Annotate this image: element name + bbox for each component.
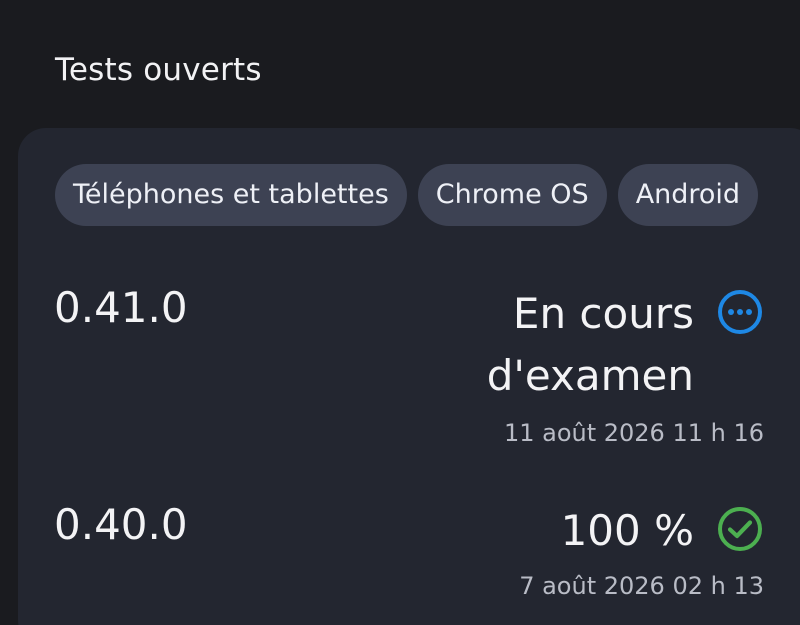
release-date: 7 août 2026 02 h 13	[519, 572, 764, 600]
section-title: Tests ouverts	[55, 52, 262, 88]
chip-chrome-os[interactable]: Chrome OS	[417, 164, 607, 226]
release-version: 0.41.0	[54, 283, 188, 332]
releases-card: Téléphones et tablettes Chrome OS Androi…	[18, 128, 800, 625]
chip-android[interactable]: Android	[617, 164, 759, 226]
release-status: 100 %	[560, 506, 694, 555]
release-status-block: 100 % 7 août 2026 02 h 13	[519, 500, 764, 600]
release-row[interactable]: 0.41.0 En cours d'examen 11 août 2026 11…	[18, 283, 800, 447]
chip-phones-tablets[interactable]: Téléphones et tablettes	[55, 164, 407, 226]
platform-chips: Téléphones et tablettes Chrome OS Androi…	[55, 164, 759, 226]
release-status-block: En cours d'examen 11 août 2026 11 h 16	[454, 283, 764, 447]
check-circle-icon	[718, 507, 762, 551]
release-status: En cours d'examen	[486, 289, 694, 400]
release-row[interactable]: 0.40.0 100 % 7 août 2026 02 h 13	[18, 500, 800, 610]
release-version: 0.40.0	[54, 500, 188, 549]
open-tests-screen: Tests ouverts Téléphones et tablettes Ch…	[0, 0, 800, 625]
release-date: 11 août 2026 11 h 16	[503, 419, 764, 447]
more-horizontal-circle-icon	[718, 290, 762, 334]
